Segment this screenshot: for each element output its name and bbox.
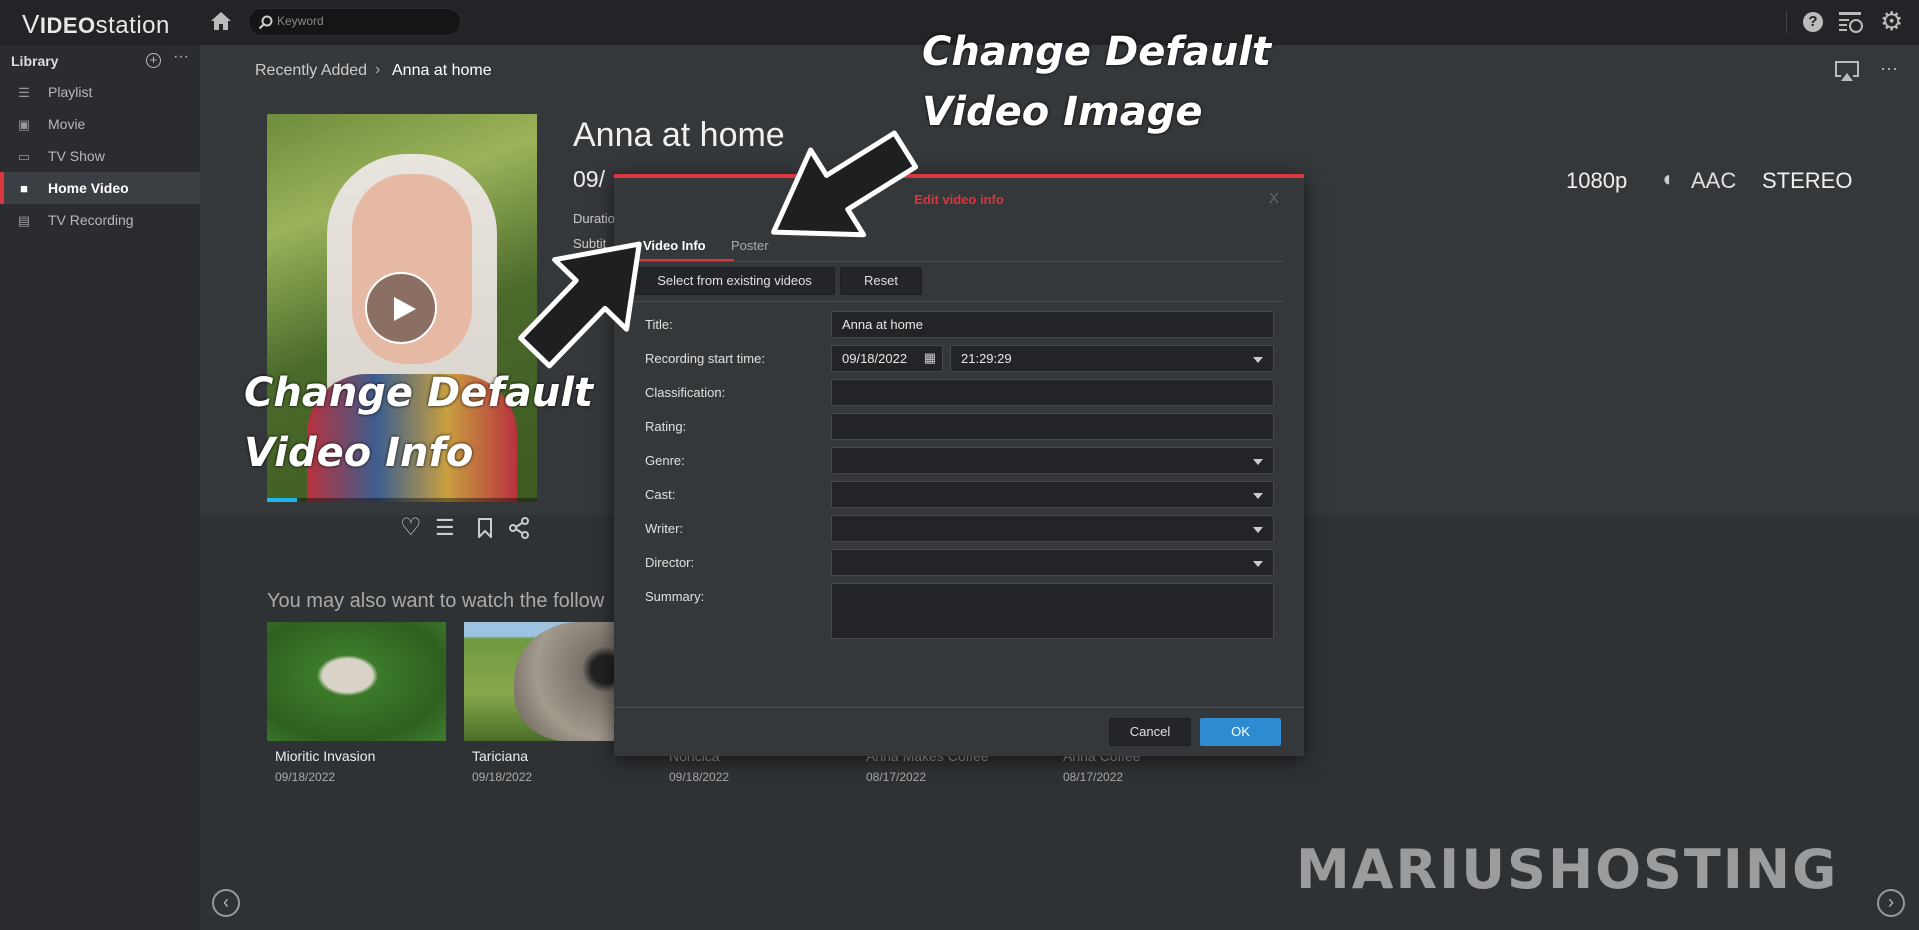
arrow-to-video-info-tab xyxy=(518,241,642,369)
annotation-video-image: Change Default Video Image xyxy=(922,29,1272,135)
arrow-to-poster-tab xyxy=(771,130,919,238)
annotation-video-info: Change Default Video Info xyxy=(244,370,594,476)
